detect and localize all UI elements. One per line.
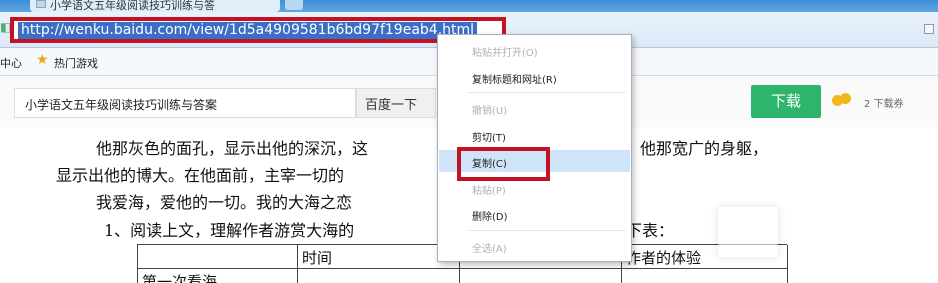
menu-item-delete[interactable]: 删除(D) [439, 203, 630, 225]
bookmark-item[interactable]: 热门游戏 [54, 55, 98, 71]
search-button[interactable]: 百度一下 [356, 88, 436, 118]
bookmark-item[interactable]: 中心 [0, 55, 22, 71]
doc-paragraph: 显示出他的博大。在他面前，主宰一切的 [56, 166, 345, 185]
tab-favicon-icon [36, 0, 46, 8]
table-header-cell: 时间 [298, 245, 460, 269]
doc-paragraph: 我爱海，爱他的一切。我的大海之恋 [96, 193, 353, 212]
search-input[interactable]: 小学语文五年级阅读技巧训练与答案 [14, 88, 356, 118]
download-ticket-count: 2 下载券 [864, 99, 904, 110]
copy-highlight-box [457, 147, 550, 181]
page-view-icon[interactable] [924, 24, 934, 34]
menu-divider [468, 92, 626, 93]
coins-icon [832, 93, 852, 107]
context-menu: 粘贴并打开(O) 复制标题和网址(R) 撤销(U) 剪切(T) 复制(C) 粘贴… [437, 34, 632, 262]
doc-paragraph: 1、阅读上文，理解作者游赏大海的 [104, 221, 355, 240]
menu-item-undo[interactable]: 撤销(U) [439, 97, 630, 119]
search-input-value: 小学语文五年级阅读技巧训练与答案 [25, 98, 218, 112]
download-button[interactable]: 下载 [751, 85, 821, 118]
menu-divider [468, 230, 626, 231]
doc-paragraph: 他那灰色的面孔，显示出他的深沉，这 [96, 139, 369, 158]
new-tab-button[interactable] [285, 0, 303, 10]
table-cell: 第一次看海 [138, 269, 298, 283]
tab-strip: 小学语文五年级阅读技巧训练与答 [0, 0, 938, 12]
menu-item-copy-title-url[interactable]: 复制标题和网址(R) [439, 66, 630, 88]
url-highlight-box[interactable]: http://wenku.baidu.com/view/1d5a4909581b… [10, 17, 506, 43]
table-cell [622, 269, 788, 283]
doc-paragraph: 下表： [626, 221, 675, 240]
star-icon: ★ [36, 52, 49, 68]
menu-item-select-all[interactable]: 全选(A) [439, 235, 630, 257]
table-cell [298, 269, 460, 283]
floating-overlay [718, 207, 778, 257]
table-cell [460, 269, 622, 283]
url-input[interactable]: http://wenku.baidu.com/view/1d5a4909581b… [18, 22, 478, 39]
menu-item-cut[interactable]: 剪切(T) [439, 124, 630, 146]
table-header-cell [138, 245, 298, 269]
doc-paragraph: 他那宽广的身躯， [640, 139, 769, 158]
menu-item-paste-and-open[interactable]: 粘贴并打开(O) [439, 39, 630, 61]
